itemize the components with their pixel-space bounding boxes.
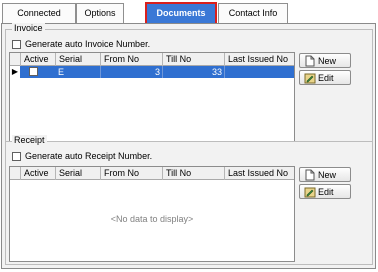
- invoice-new-button[interactable]: New: [299, 53, 351, 68]
- column-header-till-no[interactable]: Till No: [163, 167, 225, 180]
- receipt-auto-number-label: Generate auto Receipt Number.: [25, 151, 153, 161]
- column-header-last-issued-no[interactable]: Last Issued No: [225, 53, 296, 66]
- edit-icon: [304, 73, 316, 84]
- receipt-auto-number-checkbox[interactable]: [12, 151, 21, 161]
- tab-contact-info[interactable]: Contact Info: [218, 3, 288, 23]
- new-document-icon: [305, 169, 315, 181]
- empty-grid-message: <No data to display>: [110, 214, 194, 224]
- receipt-edit-label: Edit: [318, 186, 334, 197]
- receipt-edit-button[interactable]: Edit: [299, 184, 351, 199]
- tab-documents[interactable]: Documents: [145, 2, 217, 25]
- invoice-auto-number-checkbox[interactable]: [12, 39, 21, 49]
- column-header-active[interactable]: Active: [21, 167, 56, 180]
- row-active-checkbox[interactable]: [29, 67, 38, 76]
- invoice-new-label: New: [318, 55, 337, 66]
- new-document-icon: [305, 55, 315, 67]
- column-header-from-no[interactable]: From No: [101, 53, 163, 66]
- invoice-edit-label: Edit: [318, 72, 334, 83]
- column-header-last-issued-no[interactable]: Last Issued No: [225, 167, 296, 180]
- edit-icon: [304, 187, 316, 198]
- invoice-auto-number-label: Generate auto Invoice Number.: [25, 39, 151, 49]
- receipt-group-title: Receipt: [12, 135, 47, 145]
- invoice-auto-number-option[interactable]: Generate auto Invoice Number.: [12, 38, 150, 50]
- cell-last-issued-no[interactable]: [225, 66, 296, 78]
- column-header-serial[interactable]: Serial: [56, 167, 101, 180]
- column-header-active[interactable]: Active: [21, 53, 56, 66]
- invoice-grid-header: Active Serial From No Till No Last Issue…: [10, 53, 294, 66]
- documents-panel: Invoice Generate auto Invoice Number. Ac…: [1, 23, 376, 269]
- tab-connected-markets[interactable]: Connected Markets: [2, 3, 76, 36]
- cell-till-no[interactable]: 33: [163, 66, 225, 78]
- column-header-serial[interactable]: Serial: [56, 53, 101, 66]
- current-row-arrow-icon: ▶: [10, 66, 20, 78]
- receipt-grid: Active Serial From No Till No Last Issue…: [9, 166, 295, 262]
- receipt-new-button[interactable]: New: [299, 167, 351, 182]
- row-indicator-header: [10, 53, 21, 66]
- row-indicator-header: [10, 167, 21, 180]
- table-row[interactable]: ▶ E 3 33: [10, 66, 294, 78]
- cell-serial[interactable]: E: [56, 66, 101, 78]
- receipt-group: Receipt Generate auto Receipt Number. Ac…: [5, 135, 373, 265]
- column-header-till-no[interactable]: Till No: [163, 53, 225, 66]
- cell-from-no[interactable]: 3: [101, 66, 163, 78]
- receipt-new-label: New: [318, 169, 337, 180]
- tab-strip: Connected Markets Options Documents Cont…: [2, 2, 376, 36]
- receipt-grid-header: Active Serial From No Till No Last Issue…: [10, 167, 294, 180]
- receipt-auto-number-option[interactable]: Generate auto Receipt Number.: [12, 150, 152, 162]
- documents-window: Connected Markets Options Documents Cont…: [0, 0, 378, 272]
- column-header-from-no[interactable]: From No: [101, 167, 163, 180]
- tab-options[interactable]: Options: [76, 3, 124, 23]
- invoice-edit-button[interactable]: Edit: [299, 70, 351, 85]
- invoice-group-title: Invoice: [12, 23, 45, 33]
